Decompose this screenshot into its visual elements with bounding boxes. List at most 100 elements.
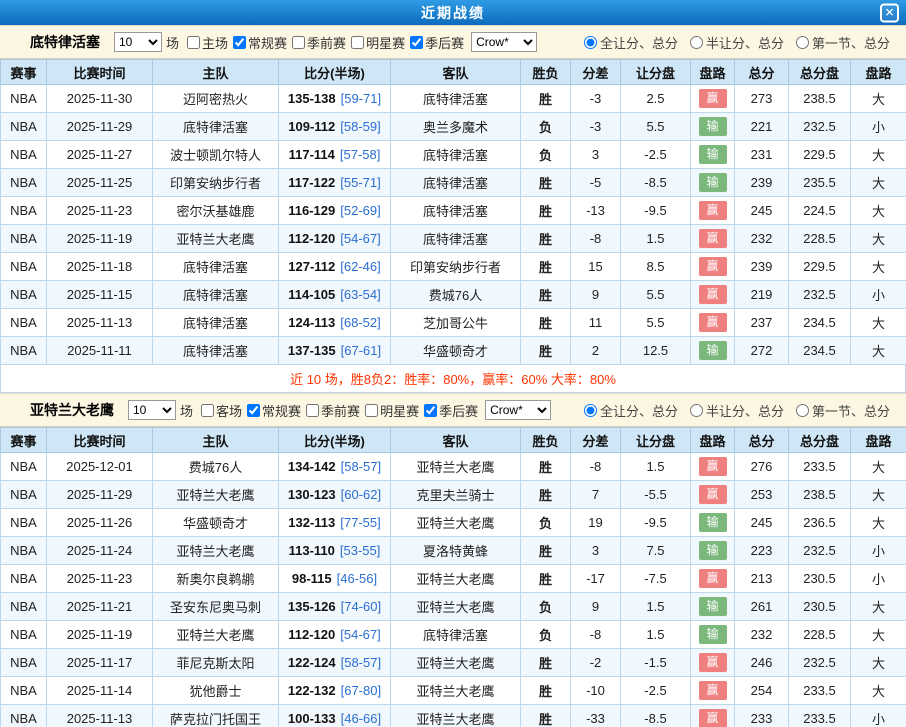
- filter-option[interactable]: 主场: [187, 33, 228, 52]
- odds-type-radios: 全让分、总分半让分、总分第一节、总分: [572, 33, 890, 52]
- game-row: NBA2025-11-19亚特兰大老鹰112-120[54-67]底特律活塞负-…: [1, 621, 906, 649]
- home-team-cell: 菲尼克斯太阳: [153, 649, 279, 677]
- filter-checkbox[interactable]: [424, 404, 437, 417]
- games-count-select[interactable]: 10: [128, 400, 176, 420]
- odds-type-radio[interactable]: [584, 36, 597, 49]
- filter-option[interactable]: 季前赛: [306, 401, 360, 420]
- column-header: 让分盘: [621, 428, 691, 453]
- result-cell: 负: [521, 509, 571, 537]
- score-cell: 113-110[53-55]: [279, 537, 391, 565]
- odds-type-radio[interactable]: [796, 36, 809, 49]
- league-cell: NBA: [1, 537, 47, 565]
- odds-type-radios: 全让分、总分半让分、总分第一节、总分: [572, 401, 890, 420]
- column-header: 胜负: [521, 60, 571, 85]
- odds-type-radio[interactable]: [796, 404, 809, 417]
- filter-checkbox[interactable]: [351, 36, 364, 49]
- filter-checkbox[interactable]: [201, 404, 214, 417]
- total-cell: 231: [735, 141, 789, 169]
- filter-option[interactable]: 常规赛: [247, 401, 301, 420]
- total-line-cell: 234.5: [789, 337, 851, 365]
- handicap-result-badge: 输: [699, 341, 727, 360]
- odds-type-radio[interactable]: [690, 404, 703, 417]
- odds-type-option[interactable]: 第一节、总分: [796, 33, 890, 52]
- column-header: 总分盘: [789, 60, 851, 85]
- away-team-cell: 底特律活塞: [391, 169, 521, 197]
- bookmaker-select[interactable]: Crow*: [471, 32, 537, 52]
- half-score: [54-67]: [340, 231, 380, 246]
- handicap-line-cell: -7.5: [621, 565, 691, 593]
- result-cell: 胜: [521, 481, 571, 509]
- date-cell: 2025-11-15: [47, 281, 153, 309]
- bookmaker-select[interactable]: Crow*: [485, 400, 551, 420]
- ou-result-cell: 小: [851, 565, 906, 593]
- column-header: 比赛时间: [47, 60, 153, 85]
- ou-result-cell: 大: [851, 253, 906, 281]
- filter-checkbox[interactable]: [410, 36, 423, 49]
- date-cell: 2025-11-23: [47, 565, 153, 593]
- result-cell: 胜: [521, 309, 571, 337]
- column-header: 客队: [391, 428, 521, 453]
- half-score: [46-66]: [341, 711, 381, 726]
- filter-option[interactable]: 季后赛: [424, 401, 478, 420]
- result-cell: 胜: [521, 197, 571, 225]
- filter-checkbox[interactable]: [306, 404, 319, 417]
- odds-type-radio[interactable]: [690, 36, 703, 49]
- odds-type-option[interactable]: 半让分、总分: [690, 33, 784, 52]
- total-cell: 276: [735, 453, 789, 481]
- odds-type-option[interactable]: 全让分、总分: [584, 401, 678, 420]
- handicap-result-cell: 输: [691, 593, 735, 621]
- close-icon[interactable]: ✕: [880, 3, 899, 22]
- filter-option[interactable]: 客场: [201, 401, 242, 420]
- home-team-cell: 亚特兰大老鹰: [153, 481, 279, 509]
- filter-checkbox[interactable]: [365, 404, 378, 417]
- total-line-cell: 230.5: [789, 593, 851, 621]
- margin-cell: 7: [571, 481, 621, 509]
- filter-checkbox[interactable]: [247, 404, 260, 417]
- filter-checkbox[interactable]: [187, 36, 200, 49]
- filter-checkbox[interactable]: [233, 36, 246, 49]
- ou-result-cell: 大: [851, 85, 906, 113]
- score-cell: 116-129[52-69]: [279, 197, 391, 225]
- column-header: 客队: [391, 60, 521, 85]
- final-score: 132-113: [288, 515, 335, 530]
- score-cell: 127-112[62-46]: [279, 253, 391, 281]
- league-cell: NBA: [1, 281, 47, 309]
- filter-option[interactable]: 季前赛: [292, 33, 346, 52]
- filter-checkbox[interactable]: [292, 36, 305, 49]
- game-row: NBA2025-11-27波士顿凯尔特人117-114[57-58]底特律活塞负…: [1, 141, 906, 169]
- handicap-line-cell: 7.5: [621, 537, 691, 565]
- handicap-result-badge: 输: [699, 513, 727, 532]
- filter-option[interactable]: 季后赛: [410, 33, 464, 52]
- total-line-cell: 238.5: [789, 481, 851, 509]
- odds-type-option[interactable]: 半让分、总分: [690, 401, 784, 420]
- column-header: 盘路: [851, 60, 906, 85]
- handicap-result-badge: 输: [699, 117, 727, 136]
- odds-type-option[interactable]: 第一节、总分: [796, 401, 890, 420]
- score-cell: 132-113[77-55]: [279, 509, 391, 537]
- section-header: 底特律活塞 10 场 主场常规赛季前赛明星赛季后赛 Crow* 全让分、总分半让…: [0, 25, 906, 59]
- away-team-cell: 印第安纳步行者: [391, 253, 521, 281]
- result-cell: 负: [521, 593, 571, 621]
- home-team-cell: 底特律活塞: [153, 281, 279, 309]
- handicap-result-cell: 输: [691, 337, 735, 365]
- odds-type-radio[interactable]: [584, 404, 597, 417]
- games-count-select[interactable]: 10: [114, 32, 162, 52]
- filter-option[interactable]: 常规赛: [233, 33, 287, 52]
- result-cell: 负: [521, 113, 571, 141]
- handicap-result-badge: 赢: [699, 313, 727, 332]
- handicap-result-badge: 赢: [699, 89, 727, 108]
- half-score: [67-80]: [341, 683, 381, 698]
- handicap-result-cell: 赢: [691, 253, 735, 281]
- handicap-result-badge: 输: [699, 625, 727, 644]
- handicap-result-badge: 输: [699, 597, 727, 616]
- away-team-cell: 克里夫兰骑士: [391, 481, 521, 509]
- handicap-result-badge: 赢: [699, 229, 727, 248]
- filter-option[interactable]: 明星赛: [351, 33, 405, 52]
- recent-results-window: 近期战绩 ✕ 底特律活塞 10 场 主场常规赛季前赛明星赛季后赛 Crow* 全…: [0, 0, 906, 727]
- margin-cell: -33: [571, 705, 621, 727]
- filter-option[interactable]: 明星赛: [365, 401, 419, 420]
- half-score: [74-60]: [341, 599, 381, 614]
- handicap-result-badge: 赢: [699, 457, 727, 476]
- final-score: 100-133: [288, 711, 336, 726]
- odds-type-option[interactable]: 全让分、总分: [584, 33, 678, 52]
